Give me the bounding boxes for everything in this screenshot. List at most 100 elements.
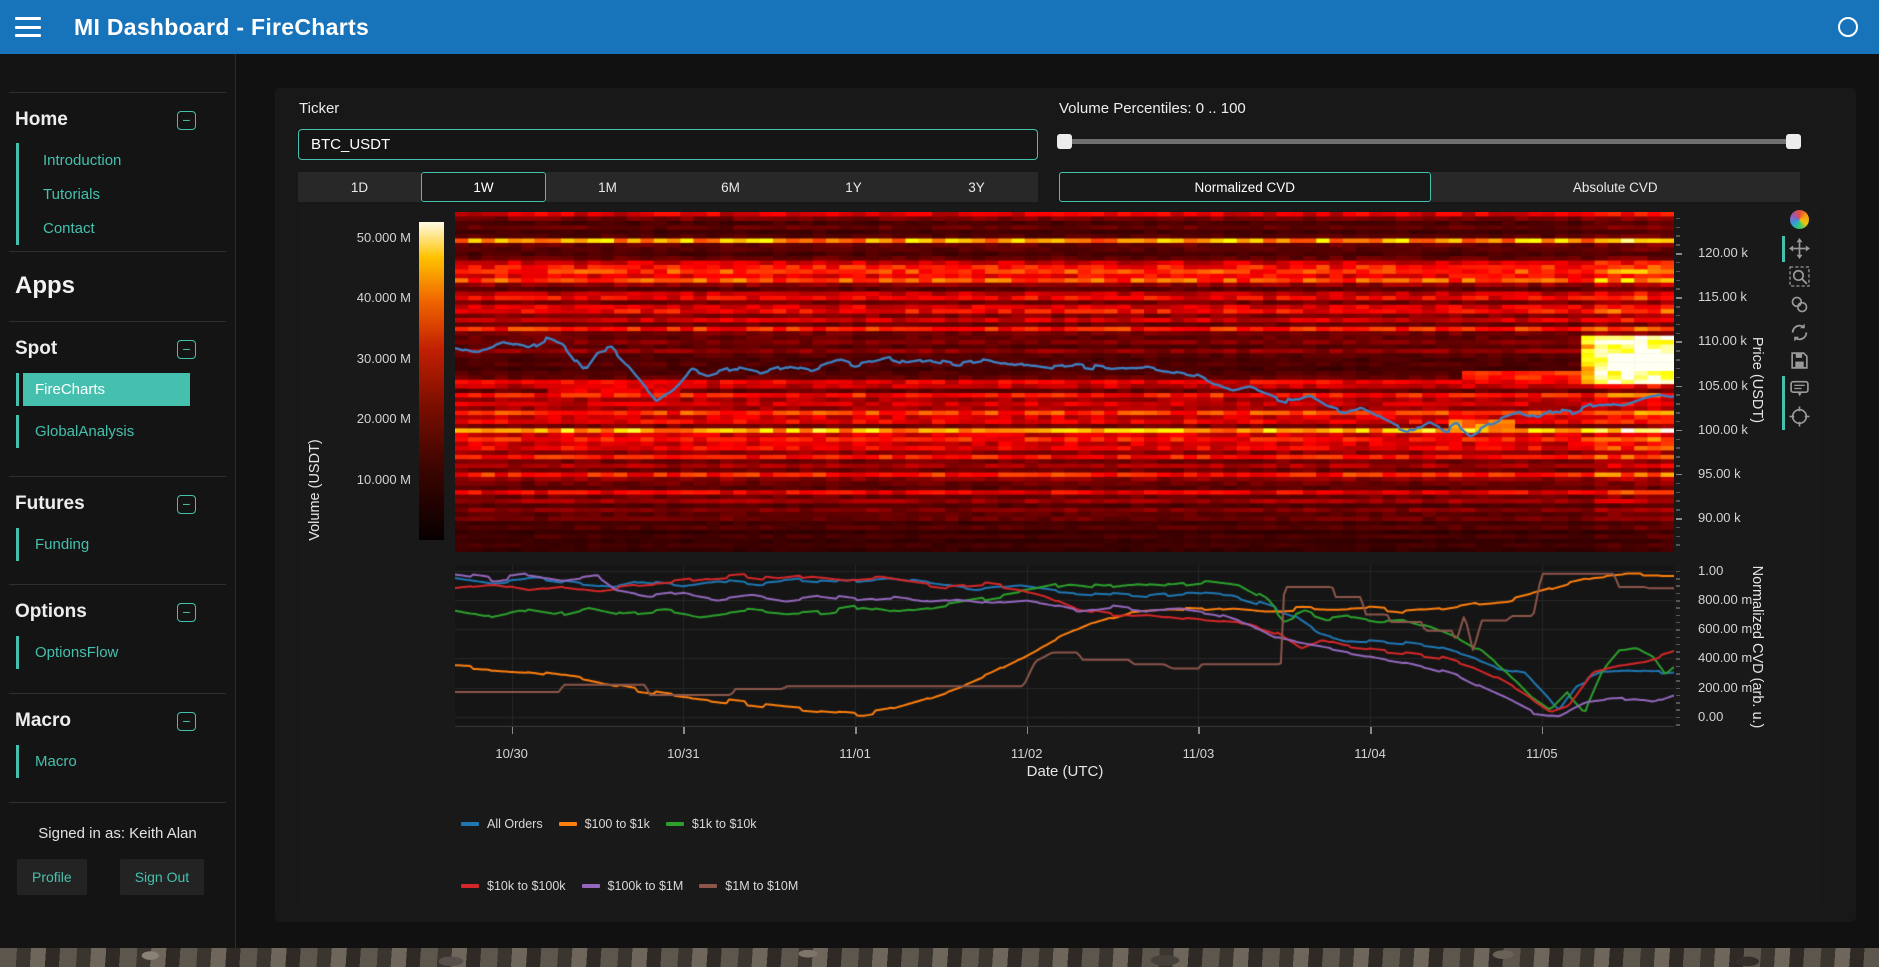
x-tick-label: 11/03	[1183, 746, 1215, 761]
minus-square-icon[interactable]: −	[177, 603, 196, 622]
legend-item-all-orders[interactable]: All Orders	[461, 817, 543, 831]
slider-track[interactable]	[1059, 139, 1799, 144]
sidebar-section-futures: Futures−Funding	[9, 476, 226, 584]
range-button-group: 1D1W1M6M1Y3Y	[298, 172, 1038, 202]
price-tick-mark	[1676, 235, 1680, 237]
price-tick-mark	[1676, 315, 1680, 317]
legend-swatch	[559, 822, 577, 826]
cvd-tick-mark	[1676, 637, 1680, 639]
range-button-1d[interactable]: 1D	[298, 172, 421, 202]
cvd-tick-mark	[1676, 651, 1680, 653]
titlebar: MI Dashboard - FireCharts	[0, 0, 1879, 54]
price-tick-mark	[1676, 280, 1680, 282]
price-tick-mark	[1676, 227, 1680, 229]
cvd-tick-mark	[1676, 585, 1680, 587]
range-button-3y[interactable]: 3Y	[915, 172, 1038, 202]
cvd-tick-label: 0.00	[1698, 709, 1723, 724]
sidebar-item-globalanalysis[interactable]: GlobalAnalysis	[16, 415, 226, 448]
price-tick-mark	[1676, 465, 1680, 467]
sidebar-link-contact[interactable]: Contact	[19, 211, 226, 245]
price-tick-mark	[1676, 271, 1680, 273]
minus-square-icon[interactable]: −	[177, 111, 196, 130]
legend-label: $100 to $1k	[585, 817, 650, 831]
price-tick-mark	[1676, 350, 1680, 352]
circle-outline-icon[interactable]	[1838, 17, 1858, 37]
price-tick-mark	[1676, 244, 1680, 246]
box-zoom-icon[interactable]	[1789, 266, 1810, 287]
cvd-tick-mark	[1676, 571, 1680, 573]
minus-square-icon[interactable]: −	[177, 712, 196, 731]
sidebar-link-introduction[interactable]: Introduction	[19, 143, 226, 177]
cvd-button-absolute-cvd[interactable]: Absolute CVD	[1431, 172, 1801, 202]
sidebar-link-tutorials[interactable]: Tutorials	[19, 177, 226, 211]
cvd-tick-label: 1.00	[1698, 563, 1723, 578]
hamburger-menu-icon[interactable]	[15, 17, 41, 37]
cvd-tick-mark	[1676, 615, 1680, 617]
hover-mode-icon[interactable]	[1789, 378, 1810, 399]
profile-button[interactable]: Profile	[17, 859, 87, 895]
price-tick-label: 110.00 k	[1698, 333, 1747, 348]
x-axis-title: Date (UTC)	[1027, 763, 1104, 780]
price-tick-mark	[1676, 544, 1680, 546]
sidebar-item-funding[interactable]: Funding	[16, 528, 226, 561]
cvd-tick-mark	[1676, 702, 1680, 704]
save-image-icon[interactable]	[1789, 350, 1810, 371]
sidebar-item-optionsflow[interactable]: OptionsFlow	[16, 636, 226, 669]
ticker-label: Ticker	[299, 100, 339, 117]
price-tick-mark	[1676, 518, 1682, 520]
spikelines-icon[interactable]	[1789, 406, 1810, 427]
range-button-1m[interactable]: 1M	[546, 172, 669, 202]
price-tick-mark	[1676, 333, 1680, 335]
cvd-tick-mark	[1676, 644, 1680, 646]
price-tick-label: 95.00 k	[1698, 466, 1741, 481]
cvd-axis-title: Normalized CVD (arb. u.)	[1749, 566, 1765, 729]
ticker-input[interactable]	[298, 129, 1038, 160]
legend-item-1k-to-10k[interactable]: $1k to $10k	[666, 817, 757, 831]
price-tick-mark	[1676, 500, 1680, 502]
legend-item-10k-to-100k[interactable]: $10k to $100k	[461, 879, 566, 893]
colorbar-tick-label: 20.000 M	[299, 411, 411, 426]
plotly-logo[interactable]	[1790, 210, 1809, 229]
pan-icon[interactable]	[1789, 238, 1810, 259]
cvd-tick-mark	[1676, 673, 1680, 675]
minus-square-icon[interactable]: −	[177, 340, 196, 359]
lasso-select-icon[interactable]	[1789, 294, 1810, 315]
cvd-tick-mark	[1676, 658, 1680, 660]
normalized-cvd-plot[interactable]	[455, 565, 1674, 727]
sidebar-section-home: Home − IntroductionTutorialsContact	[9, 92, 226, 251]
cvd-tick-mark	[1676, 629, 1680, 631]
slider-handle-low[interactable]	[1057, 134, 1072, 149]
sidebar-section-spot: Spot−FireChartsGlobalAnalysis	[9, 321, 226, 476]
legend-item-1m-to-10m[interactable]: $1M to $10M	[699, 879, 798, 893]
range-button-1w[interactable]: 1W	[421, 172, 546, 202]
price-tick-mark	[1676, 439, 1680, 441]
price-tick-label: 90.00 k	[1698, 510, 1741, 525]
legend-item-100k-to-1m[interactable]: $100k to $1M	[582, 879, 684, 893]
price-tick-mark	[1676, 456, 1680, 458]
price-tick-mark	[1676, 386, 1682, 388]
cvd-button-normalized-cvd[interactable]: Normalized CVD	[1059, 172, 1431, 202]
sidebar-item-firecharts[interactable]: FireCharts	[16, 373, 226, 406]
modebar	[1789, 210, 1813, 434]
reset-axes-icon[interactable]	[1789, 322, 1810, 343]
cvd-tick-mark	[1676, 709, 1680, 711]
cvd-tick-mark	[1676, 717, 1680, 719]
signed-in-block: Signed in as: Keith AlanProfileSign Out	[9, 802, 226, 895]
volume-axis-title: Volume (USDT)	[307, 439, 323, 541]
cvd-mode-button-group: Normalized CVDAbsolute CVD	[1059, 172, 1800, 202]
range-button-1y[interactable]: 1Y	[792, 172, 915, 202]
sign-out-button[interactable]: Sign Out	[120, 859, 204, 895]
price-tick-mark	[1676, 359, 1680, 361]
x-tick-label: 11/05	[1526, 746, 1558, 761]
x-tick-label: 11/01	[839, 746, 871, 761]
volume-heatmap-plot[interactable]	[455, 212, 1674, 552]
minus-square-icon[interactable]: −	[177, 495, 196, 514]
legend-item-100-to-1k[interactable]: $100 to $1k	[559, 817, 650, 831]
slider-handle-high[interactable]	[1786, 134, 1801, 149]
range-button-6m[interactable]: 6M	[669, 172, 792, 202]
volume-percentiles-slider[interactable]	[1059, 134, 1799, 149]
x-tick-mark	[855, 727, 857, 734]
sidebar-item-macro[interactable]: Macro	[16, 745, 226, 778]
section-header-home: Home	[15, 109, 68, 131]
price-tick-mark	[1676, 412, 1680, 414]
